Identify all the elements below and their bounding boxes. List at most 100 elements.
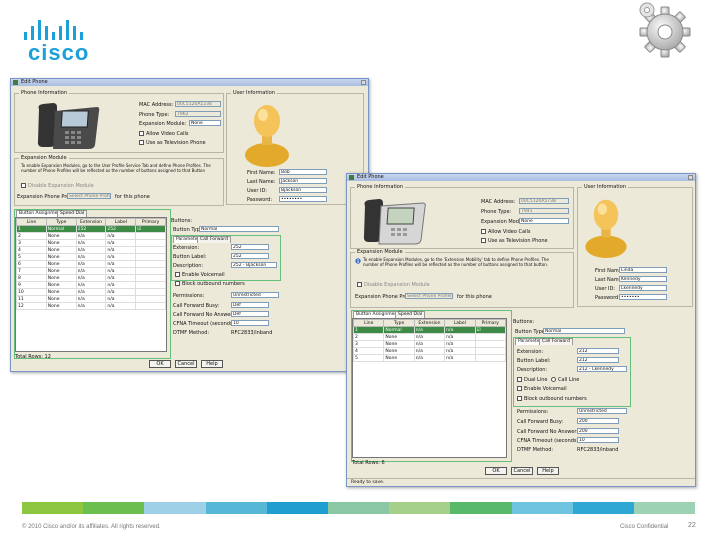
ok-button[interactable]: OK [485,467,507,475]
disable-expansion-checkbox[interactable] [357,282,362,287]
close-icon[interactable] [688,175,693,180]
table-row[interactable]: 4 None n/a n/a [16,246,166,254]
table-cell: n/a [105,281,137,289]
first-name-field[interactable]: Linda [619,267,667,273]
phone-info-title: Phone Information [355,184,406,190]
user-id-field[interactable]: Bjackson [279,187,327,193]
help-button[interactable]: Help [537,467,559,475]
table-cell: 9 [16,281,47,289]
column-header-line[interactable]: Line [16,218,47,226]
allow-video-label: Allow Video Calls [146,131,189,137]
phone-type-select[interactable]: 7941 [519,208,569,214]
cancel-button[interactable]: Cancel [175,360,197,368]
table-row[interactable]: 12 None n/a n/a [16,302,166,310]
television-phone-checkbox[interactable] [481,238,486,243]
user-id-field[interactable]: Lkennedy [619,285,667,291]
table-cell: None [45,274,77,282]
cfna-timeout-field[interactable]: 10 [577,437,619,443]
expansion-module-select[interactable]: None [519,218,569,224]
expansion-buttons-label: for this phone [115,194,150,200]
column-header-line[interactable]: Line [353,319,385,327]
tab-speed-dial[interactable]: Speed Dial [395,311,426,318]
footer-color-segment [83,502,145,514]
description-field[interactable]: 252 - Bjackson [231,262,277,268]
description-field[interactable]: 212 - Lkennedy [577,366,627,372]
television-phone-checkbox[interactable] [139,140,144,145]
table-row[interactable]: 8 None n/a n/a [16,274,166,282]
help-button[interactable]: Help [201,360,223,368]
table-row[interactable]: 5 None n/a n/a [353,354,506,362]
column-header-extension[interactable]: Extension [75,218,107,226]
expansion-module-select[interactable]: None [189,120,221,126]
button-type-select[interactable]: Normal [543,328,625,334]
enable-voicemail-checkbox[interactable] [175,272,180,277]
last-name-field[interactable]: Jackson [279,178,327,184]
cf-busy-field[interactable]: Def [231,302,269,308]
extension-field[interactable]: 212 [577,348,619,354]
extension-field[interactable]: 252 [231,244,269,250]
button-label-field[interactable]: 252 [231,253,269,259]
first-name-field[interactable]: Bob [279,169,327,175]
cf-busy-field[interactable]: 200 [577,418,619,424]
mac-address-field[interactable]: 00C5120A1234 [175,101,221,107]
table-cell: n/a [75,253,107,261]
table-row[interactable]: 6 None n/a n/a [16,260,166,268]
table-row[interactable]: 7 None n/a n/a [16,267,166,275]
button-assignments-table: Line Type Extension Label Primary 1 Norma… [15,217,167,352]
cancel-button[interactable]: Cancel [511,467,533,475]
allow-video-checkbox[interactable] [139,131,144,136]
expansion-phone-profile-select[interactable]: Select Phone Profile [67,193,111,199]
table-row[interactable]: 11 None n/a n/a [16,295,166,303]
tab-speed-dial[interactable]: Speed Dial [57,210,88,217]
block-outbound-checkbox[interactable] [175,281,180,286]
expansion-module-title: Expansion Module [355,249,405,255]
cf-noanswer-field[interactable]: 200 [577,428,619,434]
column-header-primary[interactable]: Primary [135,218,166,226]
phone-type-select[interactable]: 7962 [175,111,221,117]
expansion-phone-profile-select[interactable]: Select Phone Profile [405,293,453,299]
table-cell [135,302,166,310]
table-row[interactable]: 4 None n/a n/a [353,347,506,355]
enable-voicemail-checkbox[interactable] [517,386,522,391]
ok-button[interactable]: OK [149,360,171,368]
password-field[interactable]: ••••••• [619,294,667,300]
table-cell: n/a [75,239,107,247]
permissions-select[interactable]: Unrestricted [231,292,279,298]
tab-call-forward[interactable]: Call Forward [539,338,573,345]
button-label-field[interactable]: 212 [577,357,619,363]
column-header-label[interactable]: Label [105,218,137,226]
table-row[interactable]: 1 Normal 252 252 ☑ [16,225,166,233]
column-header-label[interactable]: Label [444,319,476,327]
dual-line-checkbox[interactable] [517,377,522,382]
mac-address-field[interactable]: 00C5120A5738 [519,198,569,204]
footer-color-segment [144,502,206,514]
table-row[interactable]: 5 None n/a n/a [16,253,166,261]
table-row[interactable]: 3 None n/a n/a [353,340,506,348]
table-row[interactable]: 1 Normal n/a n/a ☑ [353,326,506,334]
password-field[interactable]: •••••••• [279,196,327,202]
allow-video-checkbox[interactable] [481,229,486,234]
table-row[interactable]: 3 None n/a n/a [16,239,166,247]
block-outbound-checkbox[interactable] [517,396,522,401]
column-header-type[interactable]: Type [45,218,77,226]
table-cell: 252 [75,225,107,233]
cf-noanswer-field[interactable]: Def [231,311,269,317]
column-header-type[interactable]: Type [383,319,415,327]
table-row[interactable]: 9 None n/a n/a [16,281,166,289]
table-cell [135,246,166,254]
column-header-extension[interactable]: Extension [413,319,446,327]
table-cell: n/a [105,267,137,275]
total-rows: Total Rows: 6 [352,460,385,466]
table-row[interactable]: 2 None n/a n/a [353,333,506,341]
column-header-primary[interactable]: Primary [474,319,506,327]
call-line-radio[interactable] [551,377,556,382]
last-name-field[interactable]: Kennedy [619,276,667,282]
disable-expansion-checkbox[interactable] [21,183,26,188]
table-row[interactable]: 2 None n/a n/a [16,232,166,240]
close-icon[interactable] [361,80,366,85]
button-type-select[interactable]: Normal [199,226,279,232]
table-row[interactable]: 10 None n/a n/a [16,288,166,296]
permissions-select[interactable]: Unrestricted [577,408,627,414]
cfna-timeout-field[interactable]: 10 [231,320,269,326]
tab-call-forward[interactable]: Call Forward [197,236,231,243]
